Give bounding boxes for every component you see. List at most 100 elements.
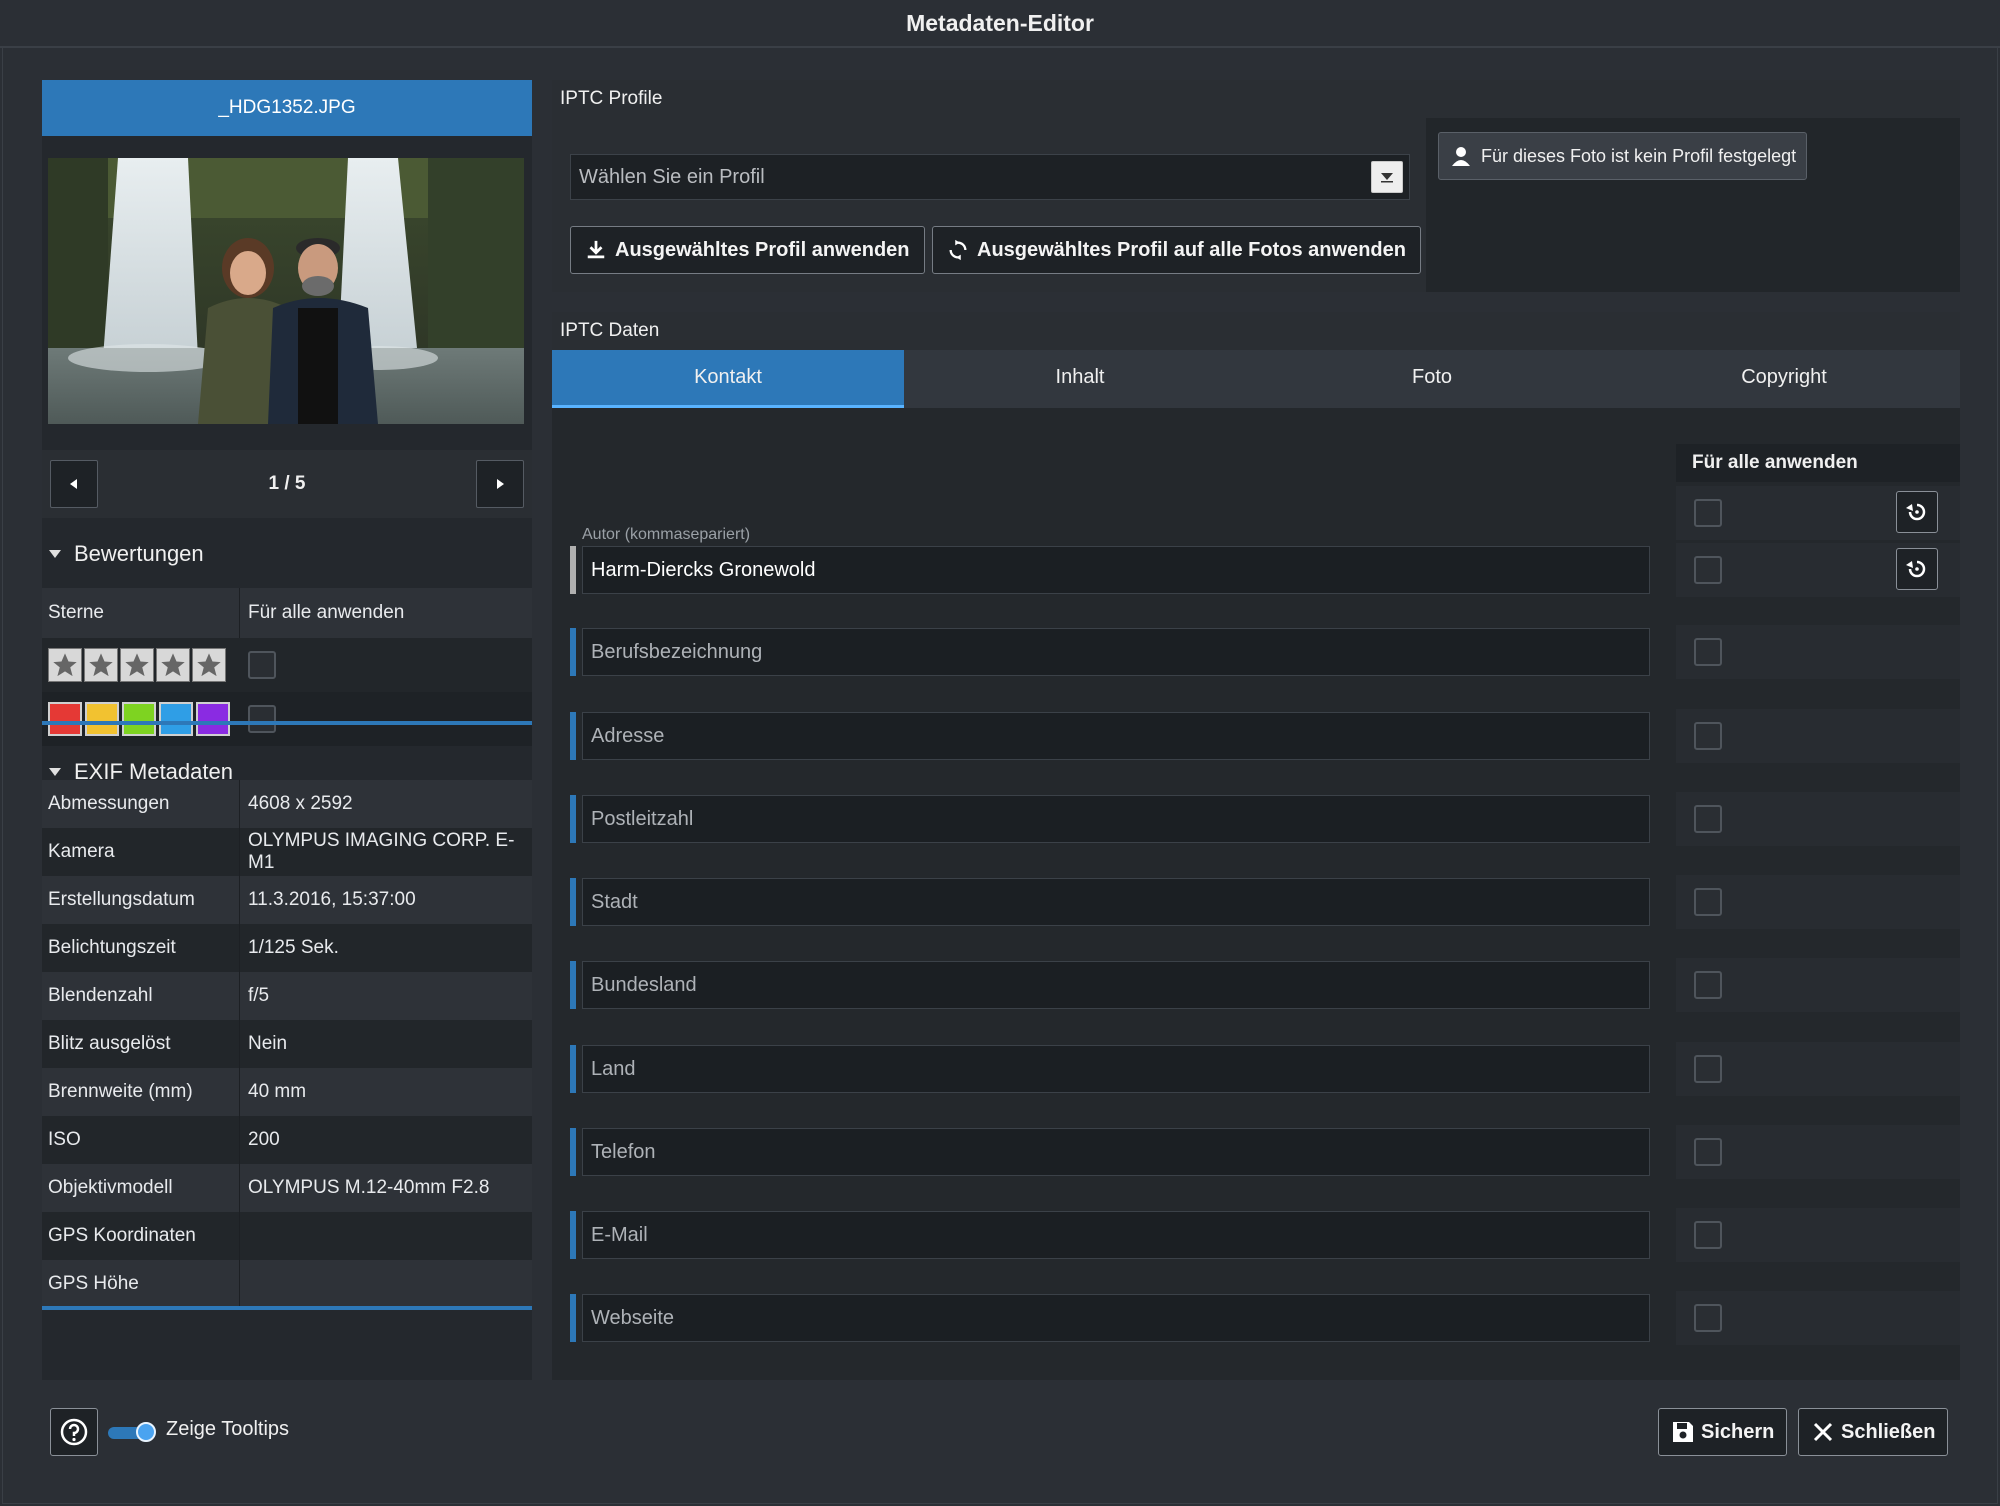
exif-row: Objektivmodell OLYMPUS M.12-40mm F2.8 [42,1164,532,1212]
iptc-input[interactable]: E-Mail [582,1211,1650,1259]
exif-key: GPS Koordinaten [42,1212,240,1260]
iptc-field-0: Harm-Diercks Gronewold [570,546,1650,594]
star-1[interactable] [48,648,82,682]
color-label-5[interactable] [196,702,230,736]
star-2[interactable] [84,648,118,682]
caret-down-icon [49,768,61,776]
tab-kontakt[interactable]: Kontakt [552,350,904,408]
save-button[interactable]: Sichern [1658,1408,1788,1456]
profile-select[interactable]: Wählen Sie ein Profil [570,154,1410,200]
tab-inhalt[interactable]: Inhalt [904,350,1256,408]
help-button[interactable] [50,1408,98,1456]
apply-field-all-checkbox[interactable] [1694,556,1722,584]
apply-all-row [1676,1208,1960,1262]
color-labels [42,692,240,746]
close-button[interactable]: Schließen [1798,1408,1949,1456]
color-label-3[interactable] [122,702,156,736]
color-label-4[interactable] [159,702,193,736]
star-icon [161,653,185,677]
iptc-input[interactable]: Land [582,1045,1650,1093]
profile-select-placeholder: Wählen Sie ein Profil [579,165,765,188]
iptc-field-3: Postleitzahl [570,795,1650,843]
iptc-input[interactable]: Webseite [582,1294,1650,1342]
apply-field-all-checkbox[interactable] [1694,888,1722,916]
exif-value [240,1260,532,1308]
exif-row: GPS Höhe [42,1260,532,1308]
tooltips-toggle[interactable] [108,1422,156,1442]
star-icon [197,653,221,677]
color-label-1[interactable] [48,702,82,736]
next-photo-button[interactable] [475,460,524,508]
ratings-title: Bewertungen [74,541,204,566]
tooltips-label: Zeige Tooltips [166,1418,290,1440]
apply-all-checkbox[interactable] [1694,499,1722,527]
ratings-header-row: Sterne Für alle anwenden [42,588,532,638]
exif-row: Belichtungszeit 1/125 Sek. [42,924,532,972]
ratings-section-toggle[interactable]: Bewertungen [42,530,532,578]
apply-colors-all-checkbox[interactable] [248,705,276,733]
apply-profile-button[interactable]: Ausgewähltes Profil anwenden [570,226,925,274]
apply-profile-label: Ausgewähltes Profil anwenden [615,238,910,261]
apply-field-all-checkbox[interactable] [1694,805,1722,833]
apply-field-all-checkbox[interactable] [1694,638,1722,666]
star-rating[interactable] [42,638,240,692]
apply-all-row [1676,709,1960,763]
star-3[interactable] [120,648,154,682]
field-indicator [570,1045,576,1093]
iptc-input[interactable]: Berufsbezeichnung [582,628,1650,676]
iptc-field-9: Webseite [570,1294,1650,1342]
iptc-input[interactable]: Adresse [582,712,1650,760]
reset-all-button[interactable] [1896,491,1938,533]
star-4[interactable] [156,648,190,682]
iptc-input[interactable]: Telefon [582,1128,1650,1176]
iptc-field-8: E-Mail [570,1211,1650,1259]
dropdown-arrow-icon[interactable] [1371,161,1403,193]
photo-counter: 1 / 5 [268,473,306,494]
star-icon [125,653,149,677]
star-icon [89,653,113,677]
iptc-input[interactable]: Stadt [582,878,1650,926]
exif-key: Abmessungen [42,780,240,828]
iptc-input[interactable]: Bundesland [582,961,1650,1009]
apply-field-all-checkbox[interactable] [1694,722,1722,750]
close-icon [1813,1422,1833,1442]
previous-photo-button[interactable] [50,460,98,508]
contact-form: Für alle anwenden Autor (kommasepariert)… [552,408,1960,1380]
star-icon [53,653,77,677]
apply-all-row [1676,1125,1960,1179]
exif-row: Blitz ausgelöst Nein [42,1020,532,1068]
apply-field-all-checkbox[interactable] [1694,1304,1722,1332]
apply-field-all-checkbox[interactable] [1694,971,1722,999]
apply-all-column-header: Für alle anwenden [248,602,405,623]
apply-field-all-checkbox[interactable] [1694,1138,1722,1166]
field-indicator [570,628,576,676]
exif-row: Brennweite (mm) 40 mm [42,1068,532,1116]
tab-copyright[interactable]: Copyright [1608,350,1960,408]
iptc-field-2: Adresse [570,712,1650,760]
author-input[interactable]: Harm-Diercks Gronewold [582,546,1650,594]
author-field-label: Autor (kommasepariert) [582,526,751,543]
title-bar: Metadaten-Editor [0,0,2000,48]
apply-all-row [1676,1291,1960,1345]
apply-all-header: Für alle anwenden [1676,444,1960,482]
profile-controls: Wählen Sie ein Profil Ausgewähltes Profi… [552,118,1426,292]
color-label-2[interactable] [85,702,119,736]
iptc-data-section: IPTC Daten Kontakt Inhalt Foto Copyright Fü… [552,312,1960,1380]
exif-value [240,1212,532,1260]
reset-field-button[interactable] [1896,548,1938,590]
iptc-field-6: Land [570,1045,1650,1093]
iptc-input[interactable]: Postleitzahl [582,795,1650,843]
tab-foto[interactable]: Foto [1256,350,1608,408]
apply-stars-all-checkbox[interactable] [248,651,276,679]
apply-field-all-checkbox[interactable] [1694,1055,1722,1083]
no-profile-button[interactable]: Für dieses Foto ist kein Profil festgele… [1438,132,1808,180]
exif-value: 11.3.2016, 15:37:00 [248,889,416,910]
apply-all-row [1676,958,1960,1012]
apply-profile-all-button[interactable]: Ausgewähltes Profil auf alle Fotos anwen… [932,226,1421,274]
save-label: Sichern [1701,1420,1775,1443]
field-indicator [570,546,576,594]
profile-status-area: Für dieses Foto ist kein Profil festgele… [1426,118,1960,292]
star-5[interactable] [192,648,226,682]
iptc-profile-title: IPTC Profile [552,80,1960,118]
apply-field-all-checkbox[interactable] [1694,1221,1722,1249]
